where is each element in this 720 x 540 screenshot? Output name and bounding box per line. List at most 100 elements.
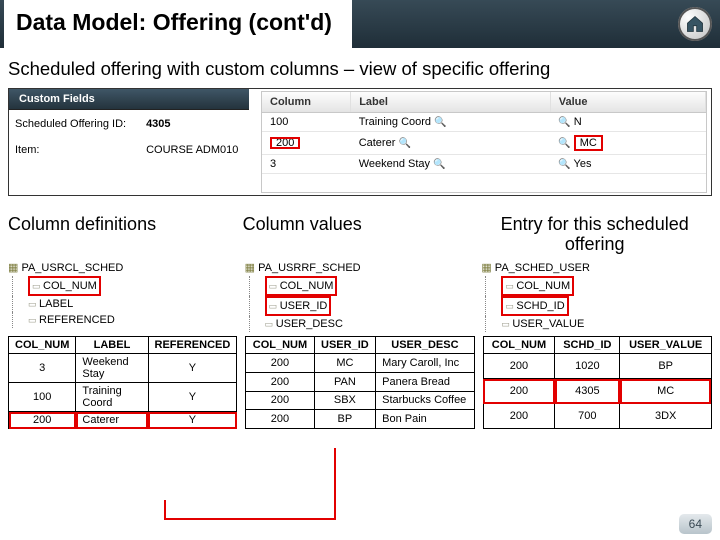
table-row: 2004305MC — [483, 379, 711, 404]
search-icon[interactable]: 🔍 — [433, 159, 445, 170]
cf-value-cell: 🔍 Yes — [550, 155, 705, 174]
tree-leaf: USER_ID — [245, 296, 476, 316]
search-icon[interactable]: 🔍 — [558, 117, 570, 128]
table-header: COL_NUM — [246, 337, 314, 354]
table-cell: Caterer — [76, 412, 148, 429]
cf-label-cell: Caterer 🔍 — [351, 132, 551, 155]
table-cell: BP — [314, 410, 376, 429]
cf-label-cell: Training Coord 🔍 — [351, 113, 551, 132]
cf-col-cell: 3 — [262, 155, 351, 174]
table-values: COL_NUMUSER_IDUSER_DESC200MCMary Caroll,… — [245, 336, 474, 429]
table-entry: COL_NUMSCHD_IDUSER_VALUE2001020BP2004305… — [483, 336, 712, 429]
table-cell: Y — [148, 354, 237, 383]
table-cell: MC — [314, 354, 376, 373]
tree-leaf: USER_VALUE — [481, 316, 712, 332]
table-cell: 200 — [483, 379, 555, 404]
custom-fields-table: Column Label Value 100Training Coord 🔍🔍 … — [262, 92, 706, 174]
table-header: COL_NUM — [9, 337, 76, 354]
home-icon — [685, 14, 705, 34]
section-labels: Column definitions Column values Entry f… — [8, 214, 712, 254]
table-header: LABEL — [76, 337, 148, 354]
cf-label-header: Label — [351, 92, 551, 113]
cf-value-header: Value — [550, 92, 705, 113]
offering-id-label: Scheduled Offering ID: — [15, 115, 143, 133]
table-row: 200BPBon Pain — [246, 410, 474, 429]
table-cell: Y — [148, 383, 237, 412]
search-icon[interactable]: 🔍 — [434, 117, 446, 128]
table-cell: Weekend Stay — [76, 354, 148, 383]
tree-leaf: COL_NUM — [8, 276, 239, 296]
search-icon[interactable]: 🔍 — [558, 138, 570, 149]
table-row: 200MCMary Caroll, Inc — [246, 354, 474, 373]
tree-values: PA_USRRF_SCHEDCOL_NUMUSER_IDUSER_DESC — [245, 258, 476, 336]
table-cell: Bon Pain — [376, 410, 475, 429]
table-header: USER_DESC — [376, 337, 475, 354]
section-values-label: Column values — [243, 214, 478, 254]
table-row: 100Training Coord 🔍🔍 N — [262, 113, 706, 132]
table-cell: 200 — [483, 354, 555, 379]
table-cell: Panera Bread — [376, 372, 475, 391]
table-header: SCHD_ID — [555, 337, 620, 354]
table-header: USER_VALUE — [620, 337, 712, 354]
tree-entry: PA_SCHED_USERCOL_NUMSCHD_IDUSER_VALUE — [481, 258, 712, 336]
item-label: Item: — [15, 141, 143, 159]
table-row: 3Weekend Stay 🔍🔍 Yes — [262, 155, 706, 174]
data-tables-row: COL_NUMLABELREFERENCED3Weekend StayY100T… — [8, 336, 712, 429]
cf-col-cell: 100 — [262, 113, 351, 132]
table-cell: BP — [620, 354, 712, 379]
connector-line — [164, 518, 334, 520]
table-row: 2007003DX — [483, 404, 711, 429]
table-cell: 3DX — [620, 404, 712, 429]
table-header: REFERENCED — [148, 337, 237, 354]
search-icon[interactable]: 🔍 — [558, 159, 570, 170]
custom-fields-left: Scheduled Offering ID: 4305 Item: COURSE… — [15, 115, 238, 159]
table-cell: 200 — [246, 410, 314, 429]
table-header: USER_ID — [314, 337, 376, 354]
table-defs: COL_NUMLABELREFERENCED3Weekend StayY100T… — [8, 336, 237, 429]
home-button[interactable] — [678, 7, 712, 41]
section-entry-label: Entry for this scheduled offering — [477, 214, 712, 254]
table-row: 200PANPanera Bread — [246, 372, 474, 391]
table-row: 3Weekend StayY — [9, 354, 237, 383]
search-icon[interactable]: 🔍 — [398, 138, 410, 149]
tree-root: PA_USRCL_SCHED — [8, 260, 239, 276]
title-wrap: Data Model: Offering (cont'd) — [4, 0, 352, 50]
table-cell: Mary Caroll, Inc — [376, 354, 475, 373]
table-cell: PAN — [314, 372, 376, 391]
table-row: 200SBXStarbucks Coffee — [246, 391, 474, 410]
tree-leaf: LABEL — [8, 296, 239, 312]
table-cell: 3 — [9, 354, 76, 383]
table-cell: Y — [148, 412, 237, 429]
cf-col-header: Column — [262, 92, 351, 113]
table-cell: 200 — [246, 372, 314, 391]
title-bar: Data Model: Offering (cont'd) — [0, 0, 720, 48]
tree-leaf: SCHD_ID — [481, 296, 712, 316]
cf-label-cell: Weekend Stay 🔍 — [351, 155, 551, 174]
section-defs-label: Column definitions — [8, 214, 243, 254]
table-row: 100Training CoordY — [9, 383, 237, 412]
tree-leaf: USER_DESC — [245, 316, 476, 332]
table-cell: 200 — [483, 404, 555, 429]
custom-fields-panel: Custom Fields Scheduled Offering ID: 430… — [8, 88, 712, 196]
trees-row: PA_USRCL_SCHEDCOL_NUMLABELREFERENCED PA_… — [8, 258, 712, 336]
table-cell: 100 — [9, 383, 76, 412]
cf-value-cell: 🔍 N — [550, 113, 705, 132]
cf-value-cell: 🔍 MC — [550, 132, 705, 155]
table-cell: 700 — [555, 404, 620, 429]
offering-id-value: 4305 — [146, 118, 170, 130]
tree-defs: PA_USRCL_SCHEDCOL_NUMLABELREFERENCED — [8, 258, 239, 336]
table-row: 200Caterer 🔍🔍 MC — [262, 132, 706, 155]
table-row: 200CatererY — [9, 412, 237, 429]
table-cell: 200 — [9, 412, 76, 429]
page-number: 64 — [679, 514, 712, 534]
tree-leaf: COL_NUM — [481, 276, 712, 296]
tree-root: PA_SCHED_USER — [481, 260, 712, 276]
tree-leaf: COL_NUM — [245, 276, 476, 296]
subtitle: Scheduled offering with custom columns –… — [0, 48, 720, 86]
custom-fields-title: Custom Fields — [9, 89, 249, 110]
connector-line — [334, 448, 336, 520]
tree-leaf: REFERENCED — [8, 312, 239, 328]
item-value: COURSE ADM010 — [146, 144, 238, 156]
table-row: 2001020BP — [483, 354, 711, 379]
table-cell: 200 — [246, 354, 314, 373]
